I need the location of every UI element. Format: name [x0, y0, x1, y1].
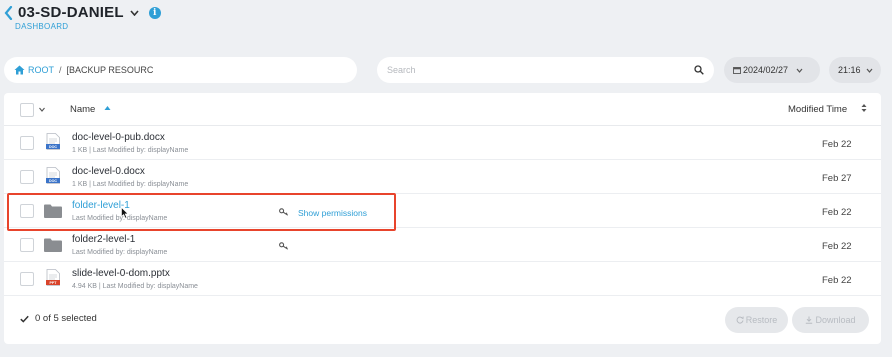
search-input[interactable]: [387, 65, 694, 75]
file-meta: 1 KB | Last Modified by: displayName: [72, 147, 189, 154]
modified-date: Feb 22: [822, 207, 852, 218]
checkmark-icon: [20, 315, 29, 323]
chevron-down-icon: [866, 68, 872, 73]
column-name[interactable]: Name: [70, 104, 95, 115]
restore-icon: [736, 316, 744, 324]
chevron-down-icon[interactable]: [130, 9, 139, 16]
key-icon[interactable]: [279, 242, 289, 250]
file-type-label: PPT: [50, 281, 58, 285]
file-type-label: DOC: [49, 179, 57, 183]
selection-count: 0 of 5 selected: [35, 313, 97, 324]
file-meta: 4.94 KB | Last Modified by: displayName: [72, 283, 198, 290]
search-bar: [377, 57, 714, 83]
file-meta: Last Modified by: displayName: [72, 249, 168, 256]
back-chevron-icon[interactable]: [4, 5, 14, 20]
page-title: 03-SD-DANIEL: [18, 4, 124, 21]
modified-date: Feb 22: [822, 241, 852, 252]
search-icon[interactable]: [694, 65, 704, 75]
download-icon: [806, 316, 813, 324]
restore-button[interactable]: Restore: [725, 307, 788, 333]
breadcrumb: ROOT / [BACKUP RESOURC: [4, 57, 357, 83]
page-header: 03-SD-DANIEL i: [4, 4, 161, 21]
date-picker[interactable]: 2024/02/27: [724, 57, 820, 83]
date-value: 2024/02/27: [743, 65, 789, 75]
file-name[interactable]: doc-level-0.docx: [72, 166, 145, 177]
breadcrumb-current: [BACKUP RESOURC: [66, 65, 154, 75]
pptx-file-icon: PPT: [46, 269, 60, 286]
modified-date: Feb 22: [822, 275, 852, 286]
sort-ascending-icon[interactable]: [104, 105, 111, 111]
folder-name[interactable]: folder2-level-1: [72, 234, 135, 245]
breadcrumb-root[interactable]: ROOT: [28, 65, 54, 75]
dashboard-link[interactable]: DASHBOARD: [15, 22, 68, 31]
table-header: Name Modified Time: [4, 93, 881, 126]
modified-date: Feb 27: [822, 173, 852, 184]
table-row[interactable]: folder2-level-1 Last Modified by: displa…: [4, 228, 881, 262]
chevron-down-icon[interactable]: [39, 107, 45, 112]
highlight-box: [7, 193, 396, 231]
file-name[interactable]: slide-level-0-dom.pptx: [72, 268, 170, 279]
docx-file-icon: DOC: [46, 167, 60, 184]
row-checkbox[interactable]: [20, 136, 34, 150]
row-checkbox[interactable]: [20, 272, 34, 286]
restore-label: Restore: [745, 315, 778, 325]
table-row[interactable]: DOC doc-level-0-pub.docx 1 KB | Last Mod…: [4, 126, 881, 160]
download-button[interactable]: Download: [792, 307, 869, 333]
modified-date: Feb 22: [822, 139, 852, 150]
download-label: Download: [815, 315, 856, 325]
home-icon[interactable]: [14, 65, 25, 75]
row-checkbox[interactable]: [20, 170, 34, 184]
breadcrumb-separator: /: [59, 65, 62, 75]
time-picker[interactable]: 21:16: [829, 57, 881, 83]
info-icon[interactable]: i: [148, 6, 161, 19]
table-row[interactable]: DOC doc-level-0.docx 1 KB | Last Modifie…: [4, 160, 881, 194]
calendar-icon: [733, 67, 741, 74]
time-value: 21:16: [838, 65, 861, 75]
file-type-label: DOC: [49, 145, 57, 149]
column-modified-time[interactable]: Modified Time: [788, 104, 847, 115]
sort-icon[interactable]: [861, 103, 867, 113]
file-meta: 1 KB | Last Modified by: displayName: [72, 181, 189, 188]
folder-icon: [44, 238, 62, 252]
row-checkbox[interactable]: [20, 238, 34, 252]
docx-file-icon: DOC: [46, 133, 60, 150]
chevron-down-icon: [796, 68, 803, 73]
table-row[interactable]: PPT slide-level-0-dom.pptx 4.94 KB | Las…: [4, 262, 881, 296]
file-name[interactable]: doc-level-0-pub.docx: [72, 132, 165, 143]
select-all-checkbox[interactable]: [20, 103, 34, 117]
